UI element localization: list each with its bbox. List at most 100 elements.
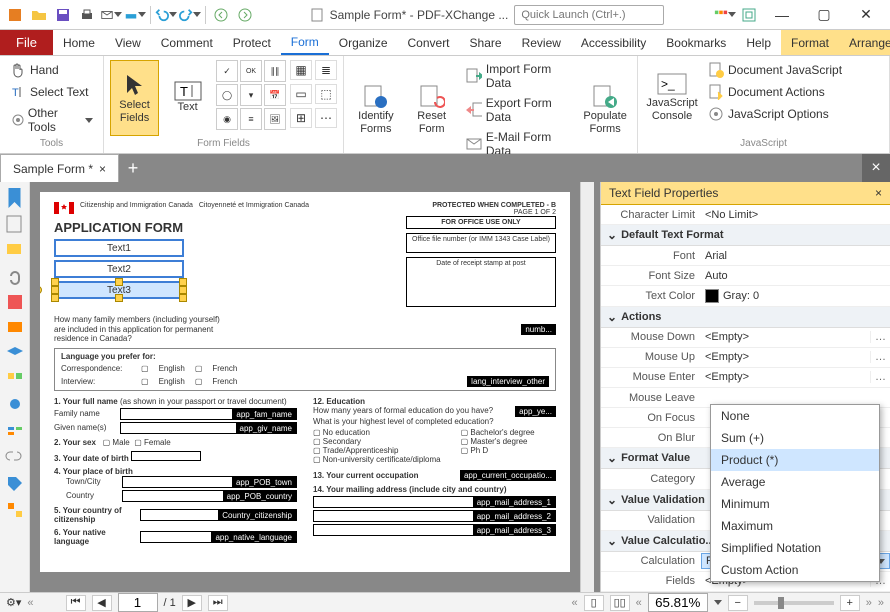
first-page-button[interactable]: ⏮ (66, 595, 86, 611)
dropdown-item[interactable]: Maximum (711, 515, 879, 537)
options-icon[interactable]: ⚙▾ (6, 596, 21, 609)
date-field-icon[interactable]: 📅 (264, 84, 286, 106)
select-fields-button[interactable]: Select Fields (110, 60, 159, 136)
zoom-input[interactable] (648, 593, 708, 612)
section-default-text[interactable]: Default Text Format (601, 225, 890, 246)
scan-icon[interactable] (124, 4, 146, 26)
menu-tab-review[interactable]: Review (512, 30, 571, 55)
text-color-value[interactable]: Gray: 0 (701, 289, 890, 303)
close-button[interactable]: ✕ (846, 1, 886, 29)
list-field-icon[interactable]: ≡ (240, 108, 262, 130)
pob-country-field[interactable]: app_POB_country (223, 491, 296, 502)
mouse-enter-value[interactable]: <Empty> (701, 371, 870, 383)
ellipsis-button[interactable]: … (870, 371, 890, 383)
menu-tab-protect[interactable]: Protect (223, 30, 281, 55)
menu-tab-home[interactable]: Home (53, 30, 105, 55)
menu-tab-share[interactable]: Share (460, 30, 512, 55)
panel-close-button[interactable]: × (862, 154, 890, 182)
layers-icon[interactable] (5, 344, 25, 364)
document-view[interactable]: Citizenship and Immigration Canada Citoy… (30, 182, 600, 592)
mail1-field[interactable]: app_mail_address_1 (473, 497, 555, 508)
export-form-data[interactable]: Export Form Data (462, 94, 576, 126)
single-page-icon[interactable]: ▯ (584, 595, 604, 611)
order-icon[interactable]: ⬚ (315, 84, 337, 104)
dropdown-item[interactable]: Minimum (711, 493, 879, 515)
menu-tab-organize[interactable]: Organize (329, 30, 398, 55)
document-tab[interactable]: Sample Form *× (0, 154, 119, 182)
nav-back-icon[interactable] (210, 4, 232, 26)
other-tools[interactable]: Other Tools (6, 104, 97, 136)
mouse-up-value[interactable]: <Empty> (701, 351, 870, 363)
props-icon[interactable]: ⊞ (290, 108, 312, 128)
redo-icon[interactable] (179, 4, 201, 26)
links-icon[interactable] (5, 448, 25, 468)
app-icon[interactable] (4, 4, 26, 26)
maximize-button[interactable]: ▢ (804, 1, 844, 29)
prev-page-button[interactable]: ◀ (92, 595, 112, 611)
link-icon[interactable]: ≣ (315, 60, 337, 80)
hand-tool[interactable]: Hand (6, 60, 97, 80)
dropdown-item[interactable]: Simplified Notation (711, 537, 879, 559)
properties-close-icon[interactable]: × (875, 186, 882, 200)
javascript-options[interactable]: JavaScript Options (704, 104, 846, 124)
highlight-icon[interactable]: ▭ (290, 84, 312, 104)
dropdown-field-icon[interactable]: ▾ (240, 84, 262, 106)
giv-name-field[interactable]: app_giv_name (236, 423, 296, 434)
image-field-icon[interactable]: 🖼 (264, 108, 286, 130)
attachments-icon[interactable] (5, 266, 25, 286)
dropdown-item[interactable]: Product (*) (711, 449, 879, 471)
bookmarks-icon[interactable] (5, 188, 25, 208)
text2-field[interactable]: Text2 (54, 260, 184, 278)
fam-name-field[interactable]: app_fam_name (232, 409, 296, 420)
more-icon[interactable]: ⋯ (315, 108, 337, 128)
ok-button-field-icon[interactable]: OK (240, 60, 262, 82)
grid-icon[interactable]: ▦ (290, 60, 312, 80)
file-tab[interactable]: File (0, 30, 53, 55)
collapse-left-icon[interactable]: « (27, 597, 33, 609)
checkbox-field-icon[interactable]: ✓ (216, 60, 238, 82)
mail-icon[interactable] (100, 4, 122, 26)
print-icon[interactable] (76, 4, 98, 26)
radio2-field-icon[interactable]: ◉ (216, 108, 238, 130)
content-icon[interactable] (5, 370, 25, 390)
populate-forms-button[interactable]: Populate Forms (579, 60, 631, 160)
zoom-slider[interactable] (754, 601, 834, 605)
destinations-icon[interactable] (5, 396, 25, 416)
dropdown-item[interactable]: Custom Action (711, 559, 879, 581)
char-limit-value[interactable]: <No Limit> (701, 209, 890, 221)
pob-town-field[interactable]: app_POB_town (232, 477, 296, 488)
minimize-button[interactable]: — (762, 1, 802, 29)
next-page-button[interactable]: ▶ (182, 595, 202, 611)
text-field-button[interactable]: T Text (163, 60, 212, 136)
ellipsis-button[interactable]: … (870, 351, 890, 363)
signatures-icon[interactable] (5, 318, 25, 338)
numb-field[interactable]: numb... (521, 324, 556, 335)
menu-tab-accessibility[interactable]: Accessibility (571, 30, 656, 55)
tab-close-icon[interactable]: × (99, 162, 106, 176)
font-value[interactable]: Arial (701, 250, 890, 262)
zoom-out-button[interactable]: − (728, 595, 748, 611)
occupation-field[interactable]: app_current_occupatio... (460, 470, 556, 481)
save-icon[interactable] (52, 4, 74, 26)
zoom-chevron-icon[interactable] (714, 600, 722, 605)
fullscreen-icon[interactable] (738, 4, 760, 26)
js-console-button[interactable]: >_JavaScript Console (644, 60, 700, 136)
fields-icon[interactable] (5, 292, 25, 312)
menu-tab-bookmarks[interactable]: Bookmarks (656, 30, 736, 55)
font-size-value[interactable]: Auto (701, 270, 890, 282)
radio-field-icon[interactable]: ◯ (216, 84, 238, 106)
barcode-field-icon[interactable]: ∥∥ (264, 60, 286, 82)
collapse-right-icon[interactable]: » (866, 597, 872, 609)
mail2-field[interactable]: app_mail_address_2 (473, 511, 555, 522)
mouse-down-value[interactable]: <Empty> (701, 331, 870, 343)
new-tab-button[interactable]: + (119, 154, 147, 182)
comments-icon[interactable] (5, 240, 25, 260)
last-page-button[interactable]: ⏭ (208, 595, 228, 611)
expand-zoom-icon[interactable]: « (636, 597, 642, 609)
zoom-in-button[interactable]: + (840, 595, 860, 611)
menu-tab-help[interactable]: Help (736, 30, 781, 55)
quick-launch-input[interactable] (514, 5, 664, 25)
dropdown-item[interactable]: Average (711, 471, 879, 493)
open-icon[interactable] (28, 4, 50, 26)
ellipsis-button[interactable]: … (870, 331, 890, 343)
